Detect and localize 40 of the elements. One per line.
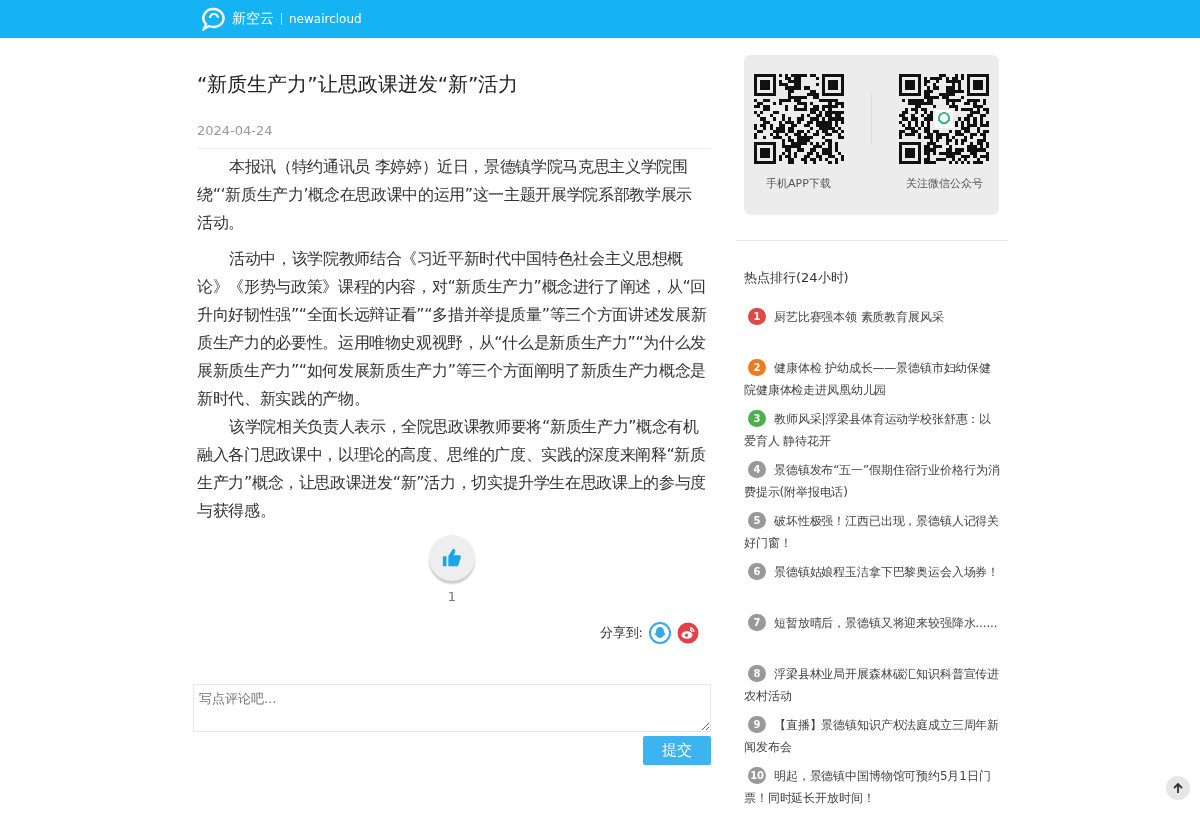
up-arrow-icon [1172,782,1184,794]
like-button[interactable] [429,535,475,581]
rank-badge: 5 [748,512,766,529]
rank-badge: 10 [748,767,766,784]
rank-badge: 3 [748,410,766,427]
hot-news-link[interactable]: 9 【直播】景德镇知识产权法庭成立三周年新闻发布会 [744,714,1008,758]
hot-news-link[interactable]: 1 厨艺比赛强本领 素质教育展风采 [744,306,1008,350]
hot-news-link[interactable]: 8 浮梁县林业局开展森林碳汇知识科普宣传进农村活动 [744,663,1008,707]
brand-domain: newaircloud [289,12,362,26]
comment-field[interactable]: 写点评论吧... [193,684,711,732]
article-date: 2024-04-24 [197,123,711,149]
hot-news-link[interactable]: 5 破坏性极强！江西已出现，景德镇人记得关好门窗！ [744,510,1008,554]
hot-list-title: 热点排行(24小时) [744,269,850,287]
hot-news-link[interactable]: 7 短暂放晴后，景德镇又将迎来较强降水...... [744,612,1008,656]
hot-news-link[interactable]: 10 明起，景德镇中国博物馆可预约5月1日门票！同时延长开放时间！ [744,765,1008,809]
qr-label: 关注微信公众号 [906,176,983,191]
share-label: 分享到: [599,624,643,642]
rank-badge: 4 [748,461,766,478]
qq-share-icon[interactable] [649,622,671,644]
article-title: “新质生产力”让思政课迸发“新”活力 [197,71,520,98]
like-count: 1 [447,589,457,604]
weibo-share-icon[interactable] [677,622,699,644]
rank-badge: 2 [748,359,766,376]
article-paragraph: 活动中，该学院教师结合《习近平新时代中国特色社会主义思想概论》《形势与政策》课程的内容，对“新质生产力”概念进行了阐述，从“回升向好韧性强”“全面长远辩证看”“多措并举提质量”等三个方面讲述发展新质生产力的必要性。运用唯物史观视野，从“什么是新质生产力”“为什么发展新质生产力”“如何发展新质生产力”等三个方面阐明了新质生产力概念是新时代、新实践的产物。 [197,248,707,410]
cloud-logo-icon [201,7,227,31]
rank-badge: 6 [748,563,766,580]
rank-badge: 7 [748,614,766,631]
qr-label: 手机APP下载 [766,176,831,191]
hot-news-link[interactable]: 3 教师风采|浮梁县体育运动学校张舒惠：以爱育人 静待花开 [744,408,1008,452]
rank-badge: 9 [748,716,766,733]
brand-name: 新空云 [232,10,274,28]
hot-news-link[interactable]: 4 景德镇发布“五一”假期住宿行业价格行为消费提示(附举报电话) [744,459,1008,503]
hot-news-link[interactable]: 2 健康体检 护幼成长——景德镇市妇幼保健院健康体检走进凤凰幼儿园 [744,357,1008,401]
thumbs-up-icon [441,547,463,569]
scroll-to-top-button[interactable] [1166,776,1190,800]
rank-badge: 8 [748,665,766,682]
article-paragraph: 该学院相关负责人表示，全院思政课教师要将“新质生产力”概念有机融入各门思政课中，以理论的高度、思维的广度、实践的深度来阐释“新质生产力”概念，让思政课迸发“新”活力，切实提升学生在思政课上的参与度与获得感。 [197,416,707,522]
article-paragraph: 本报讯（特约通讯员 李婷婷）近日，景德镇学院马克思主义学院围绕“‘新质生产力’概念在思政课中的运用”这一主题开展学院系部教学展示活动。 [197,156,693,234]
rank-badge: 1 [748,308,766,325]
hot-news-link[interactable]: 6 景德镇姑娘程玉洁拿下巴黎奥运会入场券！ [744,561,1008,605]
